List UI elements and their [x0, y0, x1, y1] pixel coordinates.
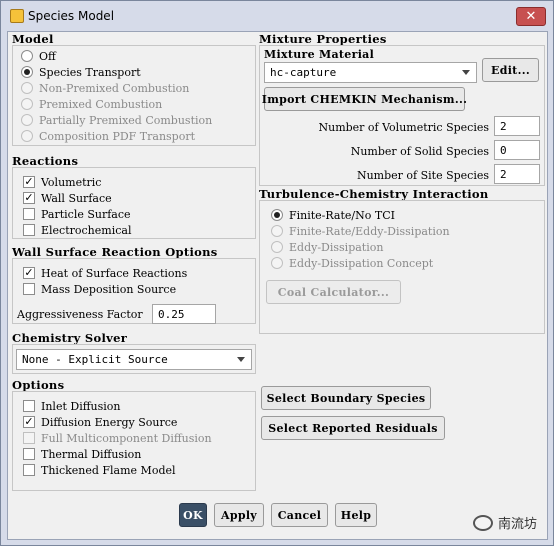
radio-icon [21, 50, 33, 62]
tci-group: Finite-Rate/No TCI Finite-Rate/Eddy-Diss… [259, 200, 545, 334]
tci-option-finite-rate-eddy: Finite-Rate/Eddy-Dissipation [271, 223, 450, 239]
mixture-material-dropdown[interactable]: hc-capture [264, 62, 477, 83]
reaction-volumetric-checkbox[interactable]: ✓ Volumetric [23, 174, 101, 190]
chemistry-solver-heading: Chemistry Solver [12, 331, 128, 345]
radio-icon [21, 130, 33, 142]
chemistry-solver-dropdown[interactable]: None - Explicit Source [16, 349, 252, 370]
reaction-particle-surface-checkbox[interactable]: Particle Surface [23, 206, 131, 222]
radio-icon [271, 257, 283, 269]
model-option-premixed: Premixed Combustion [21, 96, 162, 112]
close-button[interactable]: ✕ [516, 7, 546, 26]
model-option-non-premixed: Non-Premixed Combustion [21, 80, 189, 96]
tci-heading: Turbulence-Chemistry Interaction [259, 187, 489, 201]
chevron-down-icon [462, 70, 470, 75]
model-option-composition-pdf: Composition PDF Transport [21, 128, 195, 144]
model-heading: Model [12, 32, 54, 46]
reactions-group: ✓ Volumetric ✓ Wall Surface Particle Sur… [12, 167, 256, 239]
mixture-heading: Mixture Properties [259, 32, 387, 46]
inlet-diffusion-checkbox[interactable]: Inlet Diffusion [23, 398, 120, 414]
reactions-heading: Reactions [12, 154, 79, 168]
app-icon [10, 9, 24, 23]
site-species-input[interactable]: 2 [494, 164, 540, 184]
checkmark-icon: ✓ [23, 415, 35, 428]
chevron-down-icon [237, 357, 245, 362]
reaction-electrochemical-checkbox[interactable]: Electrochemical [23, 222, 131, 238]
wall-surface-heading: Wall Surface Reaction Options [12, 245, 218, 259]
volumetric-species-input[interactable]: 2 [494, 116, 540, 136]
window-title: Species Model [28, 9, 115, 23]
mass-deposition-source-checkbox[interactable]: Mass Deposition Source [23, 281, 176, 297]
checkmark-icon: ✓ [23, 191, 35, 204]
cancel-button[interactable]: Cancel [271, 503, 328, 527]
checkbox-icon [23, 464, 35, 476]
watermark: 南流坊 [473, 513, 537, 532]
checkbox-icon [23, 208, 35, 220]
site-species-label: Number of Site Species [356, 169, 489, 182]
heat-of-surface-reactions-checkbox[interactable]: ✓ Heat of Surface Reactions [23, 265, 187, 281]
radio-selected-icon [271, 209, 283, 221]
solid-species-label: Number of Solid Species [350, 145, 489, 158]
title-bar: Species Model ✕ [1, 1, 553, 31]
dialog-window: Species Model ✕ Model Off Species Transp… [0, 0, 554, 546]
diffusion-energy-source-checkbox[interactable]: ✓ Diffusion Energy Source [23, 414, 177, 430]
tci-option-eddy-dissipation: Eddy-Dissipation [271, 239, 383, 255]
solid-species-input[interactable]: 0 [494, 140, 540, 160]
coal-calculator-button: Coal Calculator... [266, 280, 401, 304]
radio-icon [271, 225, 283, 237]
aggressiveness-input[interactable]: 0.25 [152, 304, 216, 324]
tci-option-finite-rate-no-tci[interactable]: Finite-Rate/No TCI [271, 207, 395, 223]
radio-icon [21, 114, 33, 126]
checkbox-icon [23, 283, 35, 295]
model-option-partially-premixed: Partially Premixed Combustion [21, 112, 212, 128]
select-reported-residuals-button[interactable]: Select Reported Residuals [261, 416, 445, 440]
tci-option-eddy-dissipation-concept: Eddy-Dissipation Concept [271, 255, 433, 271]
help-button[interactable]: Help [335, 503, 377, 527]
apply-button[interactable]: Apply [214, 503, 264, 527]
ok-button[interactable]: OK [179, 503, 207, 527]
reaction-wall-surface-checkbox[interactable]: ✓ Wall Surface [23, 190, 112, 206]
checkmark-icon: ✓ [23, 266, 35, 279]
model-group: Off Species Transport Non-Premixed Combu… [12, 45, 256, 146]
import-chemkin-button[interactable]: Import CHEMKIN Mechanism... [262, 87, 467, 111]
thermal-diffusion-checkbox[interactable]: Thermal Diffusion [23, 446, 141, 462]
radio-icon [271, 241, 283, 253]
checkbox-icon [23, 400, 35, 412]
checkbox-icon [23, 224, 35, 236]
select-boundary-species-button[interactable]: Select Boundary Species [261, 386, 431, 410]
edit-mixture-button[interactable]: Edit... [482, 58, 539, 82]
checkbox-icon [23, 448, 35, 460]
mixture-group: Mixture Material hc-capture Edit... Impo… [259, 45, 545, 186]
checkmark-icon: ✓ [23, 175, 35, 188]
radio-icon [21, 82, 33, 94]
full-multicomponent-diffusion-checkbox: Full Multicomponent Diffusion [23, 430, 212, 446]
checkbox-icon [23, 432, 35, 444]
thickened-flame-model-checkbox[interactable]: Thickened Flame Model [23, 462, 176, 478]
chemistry-solver-group: None - Explicit Source [12, 344, 256, 374]
chat-bubble-icon [473, 514, 493, 531]
model-option-species-transport[interactable]: Species Transport [21, 64, 141, 80]
wall-surface-group: ✓ Heat of Surface Reactions Mass Deposit… [12, 258, 256, 324]
radio-selected-icon [21, 66, 33, 78]
options-group: Inlet Diffusion ✓ Diffusion Energy Sourc… [12, 391, 256, 491]
model-option-off[interactable]: Off [21, 48, 56, 64]
aggressiveness-label: Aggressiveness Factor [17, 308, 143, 321]
dialog-body: Model Off Species Transport Non-Premixed… [7, 31, 548, 540]
mixture-material-label: Mixture Material [264, 48, 375, 61]
volumetric-species-label: Number of Volumetric Species [318, 121, 489, 134]
radio-icon [21, 98, 33, 110]
options-heading: Options [12, 378, 65, 392]
